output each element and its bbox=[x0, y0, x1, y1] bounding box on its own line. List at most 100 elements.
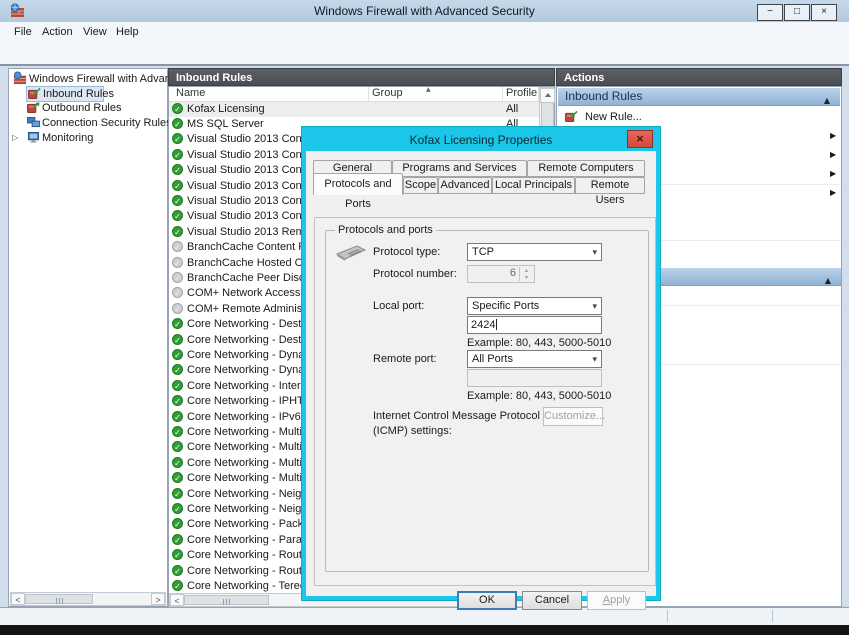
ok-button[interactable]: OK bbox=[457, 591, 517, 610]
rule-disabled-icon: ✓ bbox=[172, 257, 183, 268]
rule-enabled-icon: ✓ bbox=[172, 164, 183, 175]
network-adapter-icon bbox=[335, 242, 367, 265]
actions-section-inbound-rules[interactable]: Inbound Rules ▲ bbox=[558, 88, 840, 106]
rule-enabled-icon: ✓ bbox=[172, 349, 183, 360]
tree-item-outbound-rules[interactable]: Outbound Rules bbox=[26, 101, 166, 115]
tab-scope[interactable]: Scope bbox=[403, 177, 438, 194]
column-header-group[interactable]: Group bbox=[372, 87, 403, 101]
rule-name: Core Networking - Neighbo bbox=[187, 488, 320, 500]
rule-name: Core Networking - Neighbo bbox=[187, 503, 320, 515]
menu-action[interactable]: Action bbox=[38, 25, 77, 39]
submenu-arrow-icon[interactable]: ▶ bbox=[830, 188, 838, 198]
action-item-label: New Rule... bbox=[585, 111, 642, 123]
local-port-input-value: 2424 bbox=[471, 319, 495, 331]
tree-root-label[interactable]: Windows Firewall with Advance bbox=[29, 73, 182, 85]
menu-bar: File Action View Help bbox=[0, 22, 849, 42]
rule-enabled-icon: ✓ bbox=[172, 503, 183, 514]
rule-enabled-icon: ✓ bbox=[172, 534, 183, 545]
tab-protocols-and-ports[interactable]: Protocols and Ports bbox=[313, 173, 403, 195]
column-separator bbox=[368, 87, 369, 102]
status-divider bbox=[667, 610, 668, 622]
dialog-close-icon[interactable]: × bbox=[627, 130, 653, 148]
rule-enabled-icon: ✓ bbox=[172, 195, 183, 206]
rule-disabled-icon: ✓ bbox=[172, 272, 183, 283]
tab-programs-and-services[interactable]: Programs and Services bbox=[392, 160, 527, 177]
tree-item-connection-security-rules[interactable]: Connection Security Rules bbox=[26, 116, 166, 130]
toolbar-divider bbox=[0, 64, 849, 66]
submenu-arrow-icon[interactable]: ▶ bbox=[830, 169, 838, 179]
protocol-number-label: Protocol number: bbox=[373, 268, 457, 280]
rule-enabled-icon: ✓ bbox=[172, 180, 183, 191]
text-caret bbox=[496, 319, 497, 330]
table-row[interactable]: ✓Kofax LicensingAll bbox=[169, 102, 539, 117]
icmp-settings-label: Internet Control Message Protocol (ICMP)… bbox=[373, 409, 543, 439]
rule-enabled-icon: ✓ bbox=[172, 118, 183, 129]
menu-help[interactable]: Help bbox=[112, 25, 143, 39]
window-title: Windows Firewall with Advanced Security bbox=[0, 4, 849, 18]
cancel-button[interactable]: Cancel bbox=[522, 591, 582, 610]
rule-enabled-icon: ✓ bbox=[172, 395, 183, 406]
tree-horizontal-scrollbar[interactable]: < > bbox=[10, 592, 166, 606]
protocol-type-select[interactable]: TCP ▾ bbox=[467, 243, 602, 261]
tab-local-principals[interactable]: Local Principals bbox=[492, 177, 575, 194]
tree-item-monitoring[interactable]: Monitoring bbox=[26, 131, 166, 145]
scrollbar-thumb[interactable] bbox=[184, 595, 269, 605]
rule-name: MS SQL Server bbox=[187, 118, 264, 130]
close-button[interactable]: × bbox=[811, 4, 837, 21]
local-port-select[interactable]: Specific Ports ▾ bbox=[467, 297, 602, 315]
taskbar-strip bbox=[0, 625, 849, 635]
rule-profile: All bbox=[506, 103, 518, 115]
menu-file[interactable]: File bbox=[10, 25, 36, 39]
collapse-icon[interactable]: ▲ bbox=[824, 92, 830, 109]
scroll-up-button[interactable] bbox=[540, 88, 555, 103]
monitoring-icon bbox=[27, 132, 40, 146]
tab-remote-computers[interactable]: Remote Computers bbox=[527, 160, 645, 177]
scroll-left-button[interactable]: < bbox=[11, 593, 25, 605]
protocol-number-stepper[interactable]: 6 ▴▾ bbox=[467, 265, 535, 283]
maximize-button[interactable]: □ bbox=[784, 4, 810, 21]
remote-port-example: Example: 80, 443, 5000-5010 bbox=[467, 390, 611, 402]
scrollbar-thumb[interactable] bbox=[25, 594, 93, 604]
column-separator bbox=[502, 87, 503, 102]
submenu-arrow-icon[interactable]: ▶ bbox=[830, 131, 838, 141]
scroll-left-button[interactable]: < bbox=[170, 594, 184, 606]
tab-advanced[interactable]: Advanced bbox=[438, 177, 492, 194]
protocol-type-label: Protocol type: bbox=[373, 246, 440, 258]
tree-item-label: Inbound Rules bbox=[43, 88, 114, 100]
groupbox-label: Protocols and ports bbox=[335, 224, 436, 236]
chevron-down-icon: ▾ bbox=[592, 352, 597, 368]
local-port-input[interactable]: 2424 bbox=[467, 316, 602, 334]
app-window: Windows Firewall with Advanced Security … bbox=[0, 0, 849, 635]
rule-disabled-icon: ✓ bbox=[172, 241, 183, 252]
tree-item-inbound-rules[interactable]: Inbound Rules bbox=[26, 86, 104, 102]
remote-port-select[interactable]: All Ports ▾ bbox=[467, 350, 602, 368]
minimize-button[interactable]: − bbox=[757, 4, 783, 21]
local-port-label: Local port: bbox=[373, 300, 424, 312]
action-item-new-rule[interactable]: New Rule... bbox=[557, 108, 841, 126]
window-titlebar: Windows Firewall with Advanced Security … bbox=[0, 0, 849, 23]
column-header-name[interactable]: Name bbox=[176, 87, 205, 101]
tree-item-label: Outbound Rules bbox=[42, 102, 122, 114]
column-header-profile[interactable]: Profile bbox=[506, 87, 537, 101]
submenu-arrow-icon[interactable]: ▶ bbox=[830, 150, 838, 160]
firewall-root-icon bbox=[13, 71, 27, 88]
scroll-right-button[interactable]: > bbox=[151, 593, 165, 605]
menu-view[interactable]: View bbox=[79, 25, 111, 39]
rule-enabled-icon: ✓ bbox=[172, 318, 183, 329]
rule-enabled-icon: ✓ bbox=[172, 364, 183, 375]
sort-ascending-icon: ▲ bbox=[426, 86, 431, 93]
outbound-rules-icon bbox=[27, 102, 40, 116]
tab-remote-users[interactable]: Remote Users bbox=[575, 177, 645, 194]
tree-item-label: Monitoring bbox=[42, 132, 93, 144]
rule-enabled-icon: ✓ bbox=[172, 580, 183, 591]
spinner-arrows-icon[interactable]: ▴▾ bbox=[519, 267, 533, 281]
apply-button: Apply bbox=[587, 591, 646, 610]
expander-icon[interactable]: ▷ bbox=[12, 133, 18, 142]
rule-enabled-icon: ✓ bbox=[172, 149, 183, 160]
chevron-down-icon: ▾ bbox=[592, 245, 597, 261]
collapse-icon[interactable]: ▲ bbox=[825, 272, 831, 289]
remote-port-label: Remote port: bbox=[373, 353, 437, 365]
protocol-number-value: 6 bbox=[510, 267, 516, 279]
rule-enabled-icon: ✓ bbox=[172, 488, 183, 499]
status-bar bbox=[0, 607, 849, 625]
